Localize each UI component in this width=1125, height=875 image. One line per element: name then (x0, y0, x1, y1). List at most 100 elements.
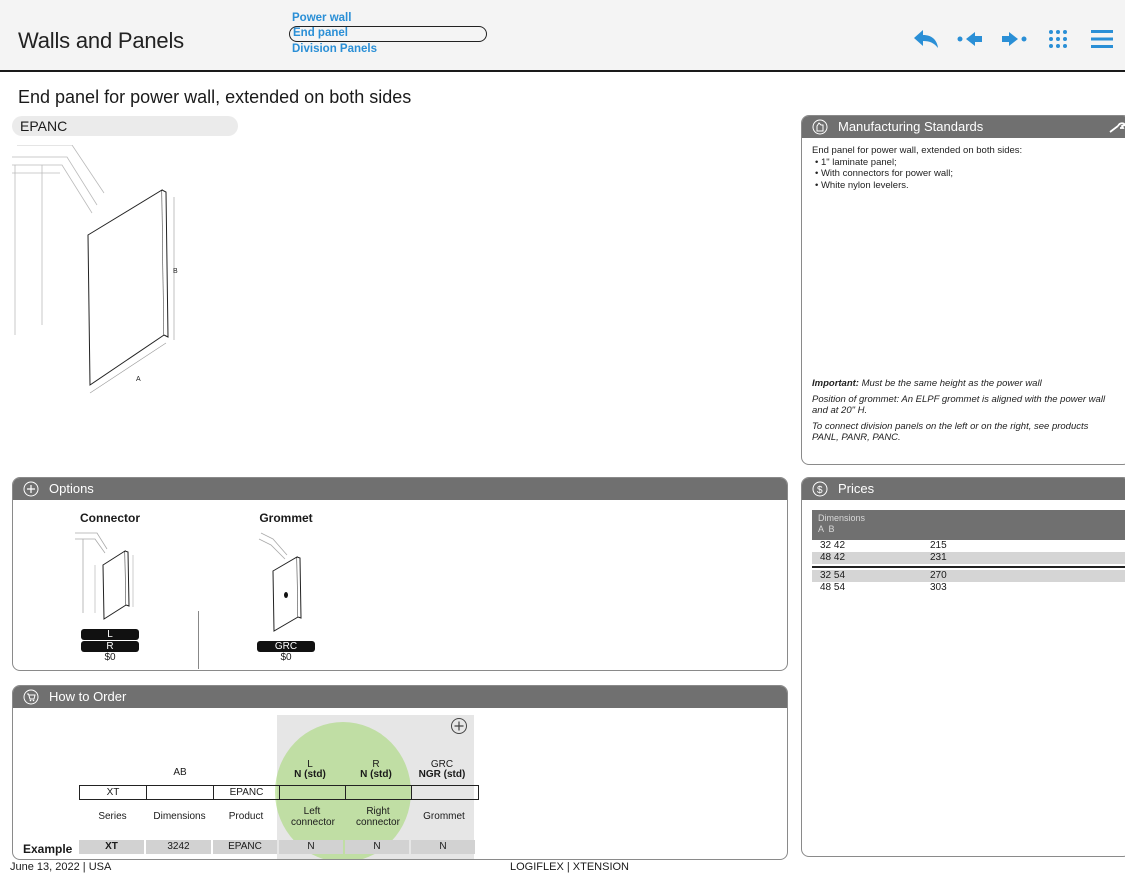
order-head-grommet: GRC NGR (std) (409, 760, 475, 780)
previous-icon[interactable] (955, 26, 985, 52)
price-value: 270 (930, 570, 947, 581)
ms-bullet: 1" laminate panel; (812, 157, 1120, 169)
manufacturing-standards-body: End panel for power wall, extended on bo… (802, 138, 1125, 198)
order-box-right-connector[interactable] (346, 786, 412, 799)
order-head-grc-std: NGR (std) (418, 769, 466, 780)
ms-note-division: To connect division panels on the left o… (812, 421, 1089, 443)
prices-head-cols: A B (818, 524, 835, 534)
product-code: EPANC (12, 116, 238, 136)
order-head-r-std: N (std) (360, 769, 392, 780)
product-subtitle: End panel for power wall, extended on bo… (18, 87, 412, 107)
ms-important: Important: Must be the same height as th… (812, 378, 1112, 389)
ms-bullet: White nylon levelers. (812, 180, 1120, 192)
order-box-series[interactable]: XT (80, 786, 147, 799)
options-title: Options (49, 481, 94, 496)
prices-header: $ Prices (802, 478, 1125, 500)
order-box-product[interactable]: EPANC (214, 786, 280, 799)
option-connector: Connector L R $0 (75, 511, 145, 663)
prices-separator (812, 564, 1125, 568)
dollar-icon: $ (812, 481, 828, 497)
menu-icon[interactable] (1087, 26, 1117, 52)
order-code-boxes: XT EPANC (79, 785, 479, 800)
nav-link-power-wall[interactable]: Power wall (292, 11, 487, 26)
order-label-dimensions: Dimensions (153, 811, 206, 822)
option-grommet: Grommet GRC $0 (251, 511, 321, 663)
order-head-left: L N (std) (277, 760, 343, 780)
price-dim: 32 54 (820, 570, 846, 581)
prices-panel: $ Prices Dimensions A B 32 42 215 48 42 23… (801, 477, 1125, 857)
ms-bullets: 1" laminate panel; With connectors for p… (812, 157, 1120, 192)
header-toolbar (911, 26, 1117, 52)
cart-icon (23, 689, 39, 705)
example-right-connector: N (345, 840, 409, 854)
price-value: 215 (930, 540, 947, 551)
table-row: 48 42 231 (812, 552, 1125, 564)
price-dim: 32 42 (820, 540, 846, 551)
how-to-order-panel: How to Order AB L N (std) R N (std) GRC … (12, 685, 788, 860)
ms-notes: Important: Must be the same height as th… (812, 378, 1112, 448)
how-to-order-header: How to Order (13, 686, 787, 708)
nav-link-end-panel[interactable]: End panel (289, 26, 487, 42)
plus-circle-icon (23, 481, 39, 497)
prices-title: Prices (838, 481, 875, 496)
grid-icon[interactable] (1043, 26, 1073, 52)
order-label-product: Product (228, 811, 264, 822)
manufacturing-standards-title: Manufacturing Standards (838, 119, 984, 134)
order-head-right: R N (std) (343, 760, 409, 780)
dimension-a-label: A (136, 376, 141, 383)
order-label-grommet: Grommet (423, 811, 465, 822)
page-header: Walls and Panels Power wall End panel Di… (0, 0, 1125, 72)
order-label-right-connector: Right connector (356, 806, 400, 828)
next-icon[interactable] (999, 26, 1029, 52)
example-product: EPANC (213, 840, 277, 854)
example-left-connector: N (279, 840, 343, 854)
ms-important-label: Important: (812, 378, 859, 389)
option-connector-title: Connector (80, 511, 140, 525)
connector-drawing (75, 532, 134, 620)
example-series: XT (79, 840, 144, 854)
ms-important-text: Must be the same height as the power wal… (858, 378, 1042, 389)
back-arrow-icon[interactable] (911, 26, 941, 52)
option-grommet-title: Grommet (259, 511, 313, 525)
prices-head-label: Dimensions (818, 513, 866, 523)
option-divider (198, 611, 199, 669)
order-box-left-connector[interactable] (280, 786, 346, 799)
order-head-ab: AB (173, 767, 187, 778)
footer-date: June 13, 2022 | USA (10, 861, 112, 873)
example-dimensions: 3242 (146, 840, 211, 854)
example-row: XT 3242 EPANC N N N (79, 840, 477, 854)
option-tag-r[interactable]: R (81, 641, 139, 652)
table-row: 32 54 270 (812, 570, 1125, 582)
section-nav: Power wall End panel Division Panels (289, 11, 487, 57)
add-option-icon[interactable] (450, 717, 468, 735)
ms-intro: End panel for power wall, extended on bo… (812, 145, 1023, 156)
glove-icon (812, 119, 828, 135)
nav-link-division-panels[interactable]: Division Panels (292, 42, 487, 57)
ms-note-grommet: Position of grommet: An ELPF grommet is … (812, 394, 1106, 416)
manufacturing-standards-panel: Manufacturing Standards End panel for po… (801, 115, 1125, 465)
manufacturing-standards-header: Manufacturing Standards (802, 116, 1125, 138)
price-value: 303 (930, 582, 947, 593)
option-tag-grc[interactable]: GRC (257, 641, 315, 652)
product-drawing: B A (12, 145, 178, 394)
order-box-dimensions[interactable] (147, 786, 214, 799)
dimension-b-label: B (173, 268, 178, 275)
table-row: 48 54 303 (812, 582, 1125, 594)
prices-table: Dimensions A B 32 42 215 48 42 231 32 54 27… (812, 510, 1125, 594)
option-tag-l[interactable]: L (81, 629, 139, 640)
options-header: Options (13, 478, 787, 500)
table-row: 32 42 215 (812, 540, 1125, 552)
order-head-l-std: N (std) (294, 769, 326, 780)
order-label-left-connector: Left connector (291, 806, 335, 828)
svg-text:$: $ (817, 485, 823, 496)
ms-bullet: With connectors for power wall; (812, 168, 1120, 180)
page-title: Walls and Panels (18, 28, 184, 53)
how-to-order-title: How to Order (49, 689, 127, 704)
order-field-labels: Series Dimensions Product Left connector… (79, 806, 477, 828)
price-dim: 48 54 (820, 582, 846, 593)
order-box-grommet[interactable] (412, 786, 478, 799)
order-label-series: Series (98, 811, 127, 822)
prices-table-header: Dimensions A B (812, 510, 1125, 540)
grommet-drawing (258, 532, 302, 632)
wrench-icon (1109, 122, 1125, 133)
